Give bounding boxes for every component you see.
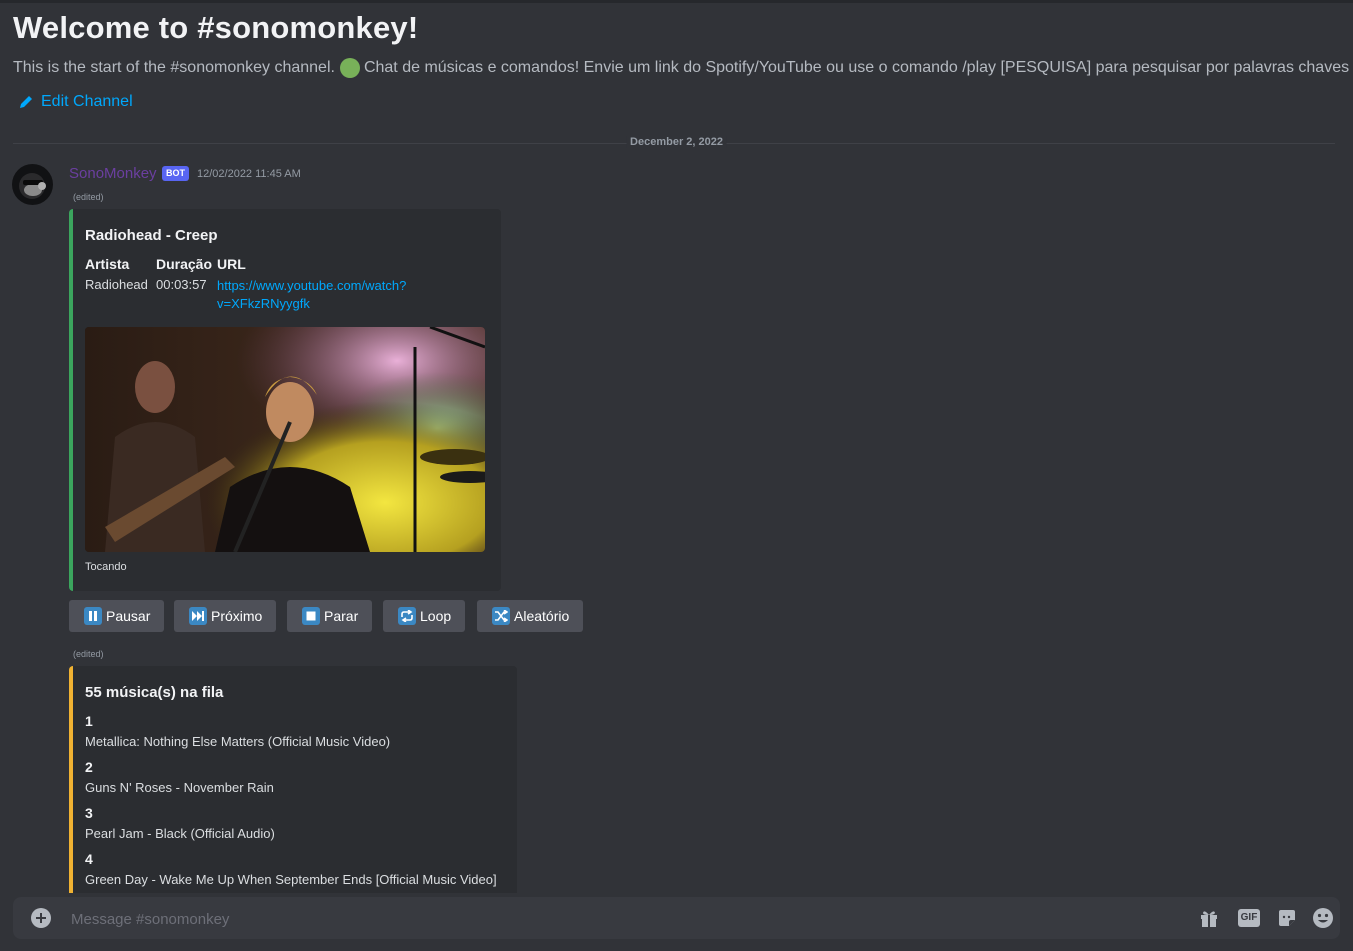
- pencil-icon: [20, 96, 32, 108]
- stop-icon: [302, 607, 320, 625]
- plus-icon: [36, 913, 46, 923]
- pause-icon: [84, 607, 102, 625]
- monkey-avatar-icon: [19, 173, 46, 199]
- emoji-button[interactable]: [1312, 907, 1334, 929]
- queue-item-title: Guns N' Roses - November Rain: [85, 780, 274, 795]
- queue-item-title: Green Day - Wake Me Up When September En…: [85, 872, 497, 887]
- stop-button[interactable]: Parar: [287, 600, 373, 632]
- youtube-link-line2: v=XFkzRNyygfk: [217, 296, 310, 311]
- green-circle-icon: [339, 58, 360, 78]
- top-border: [0, 0, 1353, 3]
- next-track-icon: [189, 607, 207, 625]
- shuffle-button-label: Aleatório: [514, 608, 570, 624]
- queue-item-title: Pearl Jam - Black (Official Audio): [85, 826, 275, 841]
- queue-accent-bar: [69, 666, 73, 906]
- emoji-icon: [1313, 908, 1333, 928]
- channel-description-prefix: This is the start of the #sonomonkey cha…: [13, 59, 335, 76]
- bot-tag: BOT: [162, 166, 189, 181]
- edit-channel-link[interactable]: Edit Channel: [19, 93, 133, 111]
- next-button-label: Próximo: [211, 608, 263, 624]
- avatar[interactable]: [12, 164, 53, 205]
- gif-icon: GIF: [1237, 909, 1261, 927]
- pause-button[interactable]: Pausar: [69, 600, 165, 632]
- shuffle-button[interactable]: Aleatório: [477, 600, 584, 632]
- youtube-link-line1: https://www.youtube.com/watch?: [217, 278, 407, 293]
- shuffle-icon: [492, 607, 510, 625]
- queue-title: 55 música(s) na fila: [85, 684, 224, 701]
- stop-button-label: Parar: [324, 608, 359, 624]
- edit-channel-label: Edit Channel: [41, 93, 133, 110]
- field-artist-value: Radiohead: [85, 277, 148, 292]
- next-button[interactable]: Próximo: [174, 600, 277, 632]
- author-name[interactable]: SonoMonkey: [69, 165, 157, 182]
- message-input[interactable]: [69, 897, 1173, 941]
- pause-button-label: Pausar: [106, 608, 151, 624]
- sticker-icon: [1279, 910, 1295, 926]
- concert-photo: [85, 327, 485, 552]
- gif-label: GIF: [1240, 912, 1258, 923]
- queue-item-number: 4: [85, 851, 93, 867]
- loop-button[interactable]: Loop: [383, 600, 466, 632]
- loop-button-label: Loop: [420, 608, 452, 624]
- embed-accent-bar: [69, 209, 73, 591]
- loop-icon: [398, 607, 416, 625]
- queue-item-title: Metallica: Nothing Else Matters (Officia…: [85, 734, 391, 749]
- now-playing-title: Radiohead - Creep: [85, 227, 218, 244]
- date-divider: December 2, 2022: [626, 136, 727, 148]
- queue-item-number: 2: [85, 759, 93, 775]
- field-url-name: URL: [217, 256, 246, 272]
- field-duration-name: Duração: [156, 256, 213, 272]
- sticker-button[interactable]: [1276, 907, 1298, 929]
- queue-item-number: 1: [85, 713, 93, 729]
- channel-description-text: Chat de músicas e comandos! Envie um lin…: [363, 59, 1350, 76]
- gif-button[interactable]: GIF: [1237, 907, 1261, 929]
- message-composer: GIF: [13, 897, 1340, 941]
- gift-icon: [1201, 911, 1217, 927]
- channel-description: This is the start of the #sonomonkey cha…: [13, 57, 1353, 79]
- message-timestamp: 12/02/2022 11:45 AM: [197, 168, 301, 180]
- channel-welcome-title: Welcome to #sonomonkey!: [13, 10, 419, 45]
- edited-label-queue: (edited): [73, 649, 104, 659]
- field-artist-name: Artista: [85, 256, 130, 272]
- video-thumbnail[interactable]: [85, 327, 485, 552]
- add-attachment-button[interactable]: [31, 908, 51, 928]
- edited-label: (edited): [73, 192, 104, 202]
- gift-button[interactable]: [1198, 907, 1220, 929]
- queue-item-number: 3: [85, 805, 93, 821]
- field-duration-value: 00:03:57: [156, 277, 207, 292]
- youtube-link[interactable]: https://www.youtube.com/watch? v=XFkzRNy…: [217, 277, 406, 313]
- embed-footer: Tocando: [85, 561, 127, 573]
